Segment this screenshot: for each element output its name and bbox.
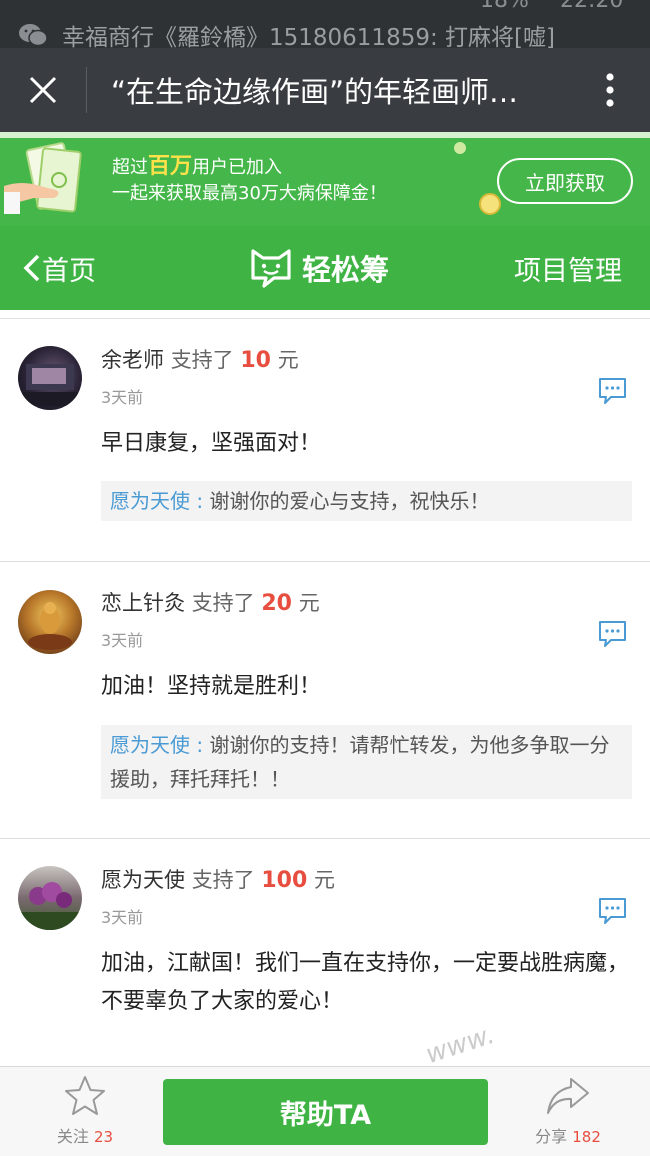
- supporter-name: 恋上针灸: [101, 591, 185, 615]
- webview-title-bar: “在生命边缘作画”的年轻画师…: [0, 48, 650, 132]
- support-action: 支持了: [191, 591, 255, 615]
- notification-ticker: 幸福商行《羅鈴橋》15180611859: 打麻将[嘘]: [18, 18, 555, 48]
- reply-text: 谢谢你的爱心与支持，祝快乐！: [203, 489, 490, 513]
- follow-count: 23: [94, 1128, 114, 1146]
- reply-box: 愿为天使 : 谢谢你的支持！请帮忙转发，为他多争取一分援助，拜托拜托！！: [101, 725, 632, 799]
- support-amount: 10: [240, 348, 271, 373]
- supporter-name: 余老师: [101, 348, 164, 372]
- share-label: 分享: [535, 1127, 568, 1146]
- avatar-photo: [18, 882, 82, 930]
- reply-box: 愿为天使 : 谢谢你的爱心与支持，祝快乐！: [101, 481, 632, 521]
- follow-label: 关注: [56, 1127, 89, 1146]
- reply-comment-icon[interactable]: [597, 620, 628, 648]
- promo-line2: 一起来获取最高30万大病保障金！: [112, 183, 387, 204]
- promo-banner[interactable]: 超过百万用户已加入 一起来获取最高30万大病保障金！ 立即获取: [0, 132, 650, 226]
- supporter-line: 愿为天使 支持了 100 元: [101, 864, 335, 894]
- close-button[interactable]: [0, 48, 86, 132]
- support-amount: 100: [261, 868, 308, 893]
- reply-comment-icon[interactable]: [597, 377, 628, 405]
- money-hand-icon: [4, 142, 82, 214]
- project-manage-link[interactable]: 项目管理: [514, 226, 622, 310]
- help-ta-button[interactable]: 帮助TA: [163, 1079, 488, 1145]
- reply-author[interactable]: 愿为天使 :: [110, 489, 203, 513]
- wechat-icon: [19, 24, 48, 47]
- support-action: 支持了: [170, 348, 234, 372]
- share-count: 182: [572, 1128, 601, 1146]
- follow-label-line: 关注 23: [40, 1123, 130, 1147]
- clock-text: 22:20: [560, 0, 624, 13]
- battery-text: 18%: [480, 0, 529, 13]
- reply-comment-icon[interactable]: [597, 897, 628, 925]
- brand-name: 轻松筹: [302, 253, 390, 287]
- comment-text: 加油，江献国！我们一直在支持你，一定要战胜病魔，不要辜负了大家的爱心！: [101, 951, 630, 1014]
- share-arrow-icon: [547, 1078, 589, 1114]
- follow-button[interactable]: 关注 23: [40, 1075, 130, 1147]
- status-bar: 18% 22:20 幸福商行《羅鈴橋》15180611859: 打麻将[嘘]: [0, 0, 650, 48]
- bottom-action-bar: 关注 23 帮助TA 分享 182: [0, 1066, 650, 1156]
- comment-text: 早日康复，坚强面对！: [101, 431, 322, 456]
- watermark: www.: [422, 1019, 499, 1071]
- share-label-line: 分享 182: [520, 1123, 616, 1147]
- app-nav-bar: 首页 轻松筹 项目管理: [0, 226, 650, 310]
- avatar[interactable]: [18, 866, 82, 930]
- supporter-name: 愿为天使: [101, 868, 185, 892]
- supporter-line: 恋上针灸 支持了 20 元: [101, 587, 320, 617]
- support-action: 支持了: [191, 868, 255, 892]
- back-home-link[interactable]: 首页: [22, 226, 96, 310]
- promo-stripe: [0, 132, 650, 138]
- coin-icon: [479, 193, 501, 215]
- amount-unit: 元: [314, 868, 335, 892]
- notification-text: 幸福商行《羅鈴橋》15180611859: 打麻将[嘘]: [62, 25, 555, 48]
- coin-icon: [454, 142, 466, 154]
- avatar-photo: [22, 364, 78, 406]
- brand-logo: 轻松筹: [250, 226, 389, 310]
- support-amount: 20: [261, 591, 292, 616]
- more-menu-button[interactable]: [570, 48, 650, 132]
- share-button[interactable]: 分享 182: [520, 1075, 616, 1147]
- avatar-photo: [28, 602, 72, 650]
- promo-line1-prefix: 超过: [112, 157, 148, 178]
- avatar[interactable]: [18, 346, 82, 410]
- reply-author[interactable]: 愿为天使 :: [110, 733, 203, 757]
- comment-divider: [0, 838, 650, 839]
- avatar[interactable]: [18, 590, 82, 654]
- promo-line1-suffix: 用户已加入: [192, 157, 283, 178]
- comment-time: 3天前: [101, 908, 144, 927]
- get-now-button[interactable]: 立即获取: [497, 158, 633, 204]
- supporter-line: 余老师 支持了 10 元: [101, 344, 299, 374]
- page-title: “在生命边缘作画”的年轻画师…: [111, 75, 519, 109]
- more-vertical-icon: [606, 73, 614, 107]
- amount-unit: 元: [277, 348, 299, 372]
- promo-highlight: 百万: [148, 154, 193, 179]
- divider: [0, 318, 650, 319]
- amount-unit: 元: [298, 591, 320, 615]
- chevron-left-icon: [23, 254, 40, 282]
- comment-time: 3天前: [101, 631, 144, 650]
- comment-time: 3天前: [101, 388, 144, 407]
- cat-logo-icon: [251, 249, 291, 288]
- close-icon: [29, 76, 57, 104]
- star-icon: [65, 1076, 105, 1115]
- comment-divider: [0, 561, 650, 562]
- promo-text: 超过百万用户已加入 一起来获取最高30万大病保障金！: [112, 154, 387, 207]
- back-label: 首页: [42, 255, 96, 287]
- comment-text: 加油！坚持就是胜利！: [101, 674, 322, 699]
